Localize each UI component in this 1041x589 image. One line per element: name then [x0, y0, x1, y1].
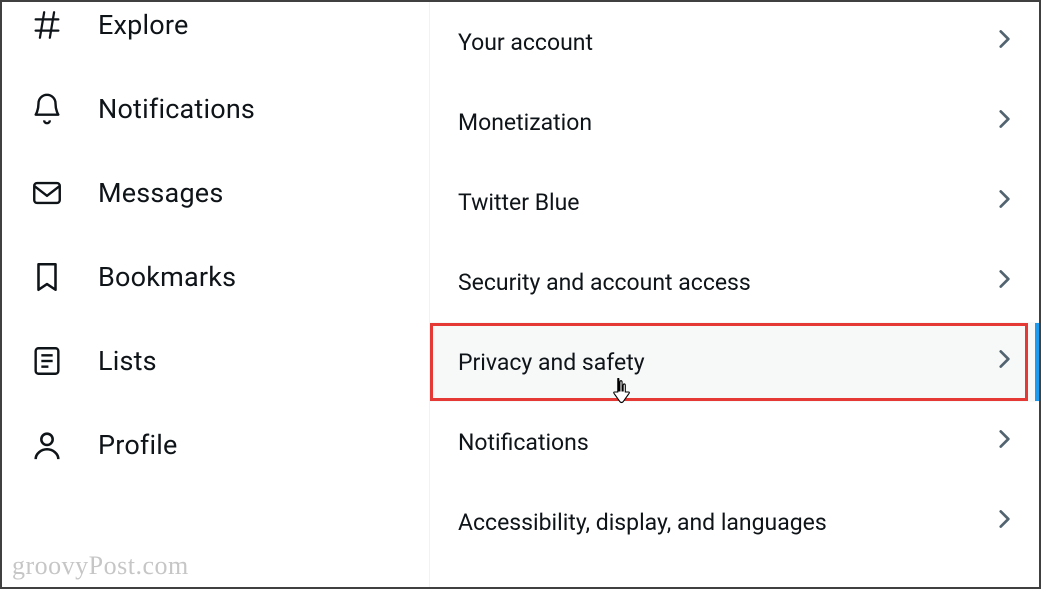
settings-item-label: Your account — [458, 29, 593, 56]
nav-label: Profile — [98, 429, 178, 461]
settings-item-label: Accessibility, display, and languages — [458, 509, 827, 536]
envelope-icon — [30, 176, 64, 210]
nav-messages[interactable]: Messages — [30, 162, 429, 224]
nav-profile[interactable]: Profile — [30, 414, 429, 476]
list-icon — [30, 344, 64, 378]
settings-twitter-blue[interactable]: Twitter Blue — [430, 162, 1039, 242]
chevron-right-icon — [991, 506, 1017, 538]
nav-explore[interactable]: Explore — [30, 2, 429, 56]
nav-label: Lists — [98, 345, 157, 377]
chevron-right-icon — [991, 346, 1017, 378]
settings-item-label: Privacy and safety — [458, 349, 645, 376]
nav-label: Bookmarks — [98, 261, 236, 293]
settings-item-label: Notifications — [458, 429, 589, 456]
chevron-right-icon — [991, 266, 1017, 298]
settings-item-label: Twitter Blue — [458, 189, 580, 216]
settings-privacy-safety[interactable]: Privacy and safety — [430, 322, 1039, 402]
settings-item-label: Monetization — [458, 109, 592, 136]
settings-item-label: Security and account access — [458, 269, 751, 296]
hash-icon — [30, 8, 64, 42]
chevron-right-icon — [991, 106, 1017, 138]
settings-panel: Your account Monetization Twitter Blue S… — [430, 2, 1039, 587]
settings-monetization[interactable]: Monetization — [430, 82, 1039, 162]
profile-icon — [30, 428, 64, 462]
nav-label: Explore — [98, 9, 188, 41]
nav-label: Notifications — [98, 93, 255, 125]
settings-notifications[interactable]: Notifications — [430, 402, 1039, 482]
selection-indicator — [1035, 323, 1039, 401]
nav-notifications[interactable]: Notifications — [30, 78, 429, 140]
nav-label: Messages — [98, 177, 223, 209]
nav-bookmarks[interactable]: Bookmarks — [30, 246, 429, 308]
chevron-right-icon — [991, 26, 1017, 58]
sidebar-nav: Explore Notifications Messages — [2, 2, 430, 587]
bell-icon — [30, 92, 64, 126]
settings-security-account-access[interactable]: Security and account access — [430, 242, 1039, 322]
nav-lists[interactable]: Lists — [30, 330, 429, 392]
chevron-right-icon — [991, 186, 1017, 218]
bookmark-icon — [30, 260, 64, 294]
settings-accessibility-display-languages[interactable]: Accessibility, display, and languages — [430, 482, 1039, 562]
settings-your-account[interactable]: Your account — [430, 2, 1039, 82]
chevron-right-icon — [991, 426, 1017, 458]
